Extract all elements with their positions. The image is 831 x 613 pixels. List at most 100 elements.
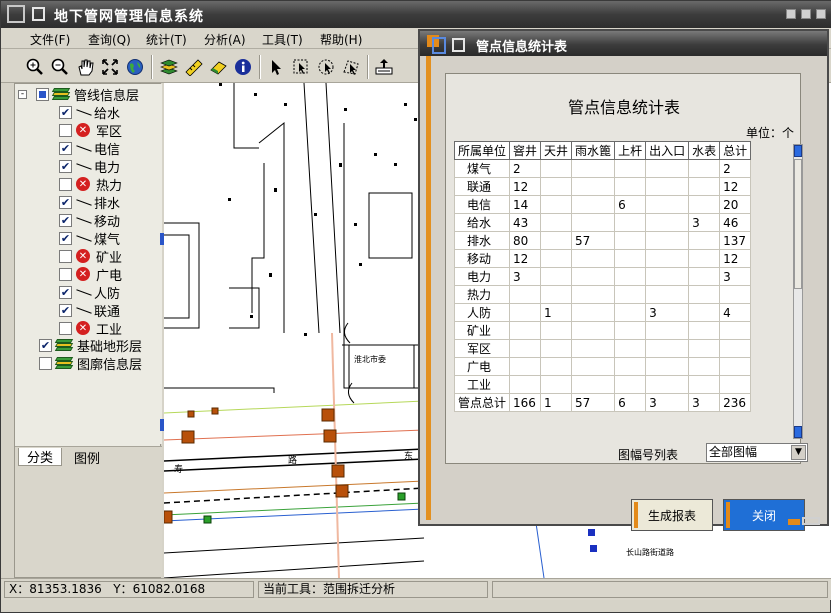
splitter-handle[interactable]: [160, 419, 164, 431]
table-cell: [614, 267, 647, 286]
tree-item-checkbox[interactable]: ✔: [59, 303, 72, 317]
menu-statistics[interactable]: 统计(T): [146, 31, 187, 48]
menu-help[interactable]: 帮助(H): [320, 31, 362, 48]
tree-item[interactable]: ✕ 军区: [59, 121, 122, 140]
export-icon[interactable]: [374, 57, 394, 77]
tree-item[interactable]: ✔ 电信: [59, 139, 120, 158]
tree-item[interactable]: ✔ 给水: [59, 103, 120, 122]
tree-item-checkbox[interactable]: ✔: [59, 285, 72, 299]
dialog-corner-icon: [802, 517, 820, 525]
generate-report-button[interactable]: 生成报表: [631, 499, 713, 531]
tab-category[interactable]: 分类: [18, 448, 62, 466]
tree-item-checkbox[interactable]: [59, 267, 72, 281]
table-cell: [540, 267, 573, 286]
tree-item[interactable]: ✔ 电力: [59, 157, 120, 176]
close-window-button[interactable]: [816, 9, 826, 19]
hidden-layer-icon: ✕: [76, 177, 90, 191]
eraser-icon[interactable]: [209, 57, 229, 77]
layer-checkbox[interactable]: [39, 356, 52, 370]
row-label-cell: 排水: [453, 231, 511, 250]
tree-item[interactable]: ✔ 人防: [59, 283, 120, 302]
table-cell: 12: [719, 177, 752, 196]
tree-item[interactable]: ✕ 广电: [59, 265, 122, 284]
maximize-button[interactable]: [801, 9, 811, 19]
select-poly-icon[interactable]: [341, 57, 361, 77]
pan-hand-icon[interactable]: [75, 57, 95, 77]
globe-icon[interactable]: [125, 57, 145, 77]
tree-item[interactable]: ✔ 煤气: [59, 229, 120, 248]
line-layer-icon: [76, 286, 90, 298]
menu-analysis[interactable]: 分析(A): [204, 31, 246, 48]
table-cell: [571, 321, 616, 340]
tree-item-checkbox[interactable]: [59, 123, 72, 137]
table-cell: [719, 321, 752, 340]
table-cell: 2: [509, 159, 542, 178]
tree-layer-base[interactable]: ✔ 基础地形层: [39, 336, 142, 355]
measure-icon[interactable]: [184, 57, 204, 77]
tree-item-checkbox[interactable]: [59, 177, 72, 191]
map-label: 淮北市委: [354, 354, 386, 364]
collapse-icon[interactable]: -: [18, 89, 27, 99]
minimize-button[interactable]: [786, 9, 796, 19]
tree-item-checkbox[interactable]: [59, 249, 72, 263]
y-coord: 61082.0168: [132, 582, 206, 596]
tree-item-checkbox[interactable]: ✔: [59, 231, 72, 245]
table-cell: [614, 177, 647, 196]
menu-query[interactable]: 查询(Q): [88, 31, 131, 48]
layer-icon: [51, 87, 71, 101]
select-rect-icon[interactable]: [291, 57, 311, 77]
stats-dialog: 管点信息统计表 管点信息统计表 单位：个 所属单位 窨井 天井 雨水篦 上杆 出入口 水表总…: [418, 29, 829, 531]
tree-item[interactable]: ✕ 矿业: [59, 247, 122, 266]
column-header: 雨水篦: [571, 141, 616, 160]
table-scrollbar[interactable]: [793, 144, 803, 439]
scroll-thumb[interactable]: [794, 159, 802, 289]
zoom-out-icon[interactable]: [50, 57, 70, 77]
layer-icon: [54, 338, 74, 352]
tree-item-checkbox[interactable]: ✔: [59, 105, 72, 119]
menu-tools[interactable]: 工具(T): [262, 31, 303, 48]
menu-file[interactable]: 文件(F): [30, 31, 70, 48]
tree-item[interactable]: ✔ 排水: [59, 193, 120, 212]
tree-root-node[interactable]: - 管线信息层: [18, 85, 139, 104]
tree-item[interactable]: ✕ 热力: [59, 175, 123, 194]
full-extent-icon[interactable]: [100, 57, 120, 77]
pointer-icon[interactable]: [266, 57, 286, 77]
chevron-down-icon[interactable]: ▼: [791, 445, 806, 460]
map-list-select[interactable]: 全部图幅 ▼: [706, 443, 808, 462]
table-cell: [719, 375, 752, 394]
zoom-in-icon[interactable]: [25, 57, 45, 77]
table-cell: [719, 357, 752, 376]
line-layer-icon: [76, 196, 90, 208]
table-row: 给水 43 3 46: [453, 213, 752, 232]
close-dialog-button[interactable]: 关闭: [723, 499, 805, 531]
column-header: 出入口: [645, 141, 690, 160]
tree-item-checkbox[interactable]: [59, 321, 72, 335]
tree-item-checkbox[interactable]: ✔: [59, 141, 72, 155]
tree-item-checkbox[interactable]: ✔: [59, 159, 72, 173]
root-checkbox[interactable]: [36, 87, 49, 101]
map-label: 路: [288, 454, 297, 466]
scroll-up-icon[interactable]: [794, 145, 802, 157]
select-circle-icon[interactable]: [316, 57, 336, 77]
table-cell: [614, 357, 647, 376]
splitter-handle[interactable]: [160, 233, 164, 245]
layer-checkbox[interactable]: ✔: [39, 338, 52, 352]
tree-layer-frame[interactable]: 图廓信息层: [39, 354, 142, 373]
tree-item[interactable]: ✔ 联通: [59, 301, 120, 320]
tree-item[interactable]: ✕ 工业: [59, 319, 122, 338]
tree-item-checkbox[interactable]: ✔: [59, 195, 72, 209]
table-cell: [571, 177, 616, 196]
tree-item-label: 热力: [96, 178, 123, 194]
table-cell: [645, 231, 690, 250]
row-label-cell: 热力: [453, 285, 511, 304]
tree-item[interactable]: ✔ 移动: [59, 211, 120, 230]
scroll-down-icon[interactable]: [794, 426, 802, 438]
tab-legend[interactable]: 图例: [65, 448, 109, 467]
tree-item-checkbox[interactable]: ✔: [59, 213, 72, 227]
layers-icon[interactable]: [159, 57, 179, 77]
info-icon[interactable]: [233, 57, 253, 77]
table-cell: 43: [509, 213, 542, 232]
dialog-title: 管点信息统计表: [476, 40, 568, 55]
left-panel-empty: [15, 466, 162, 577]
hidden-layer-icon: ✕: [76, 123, 90, 137]
